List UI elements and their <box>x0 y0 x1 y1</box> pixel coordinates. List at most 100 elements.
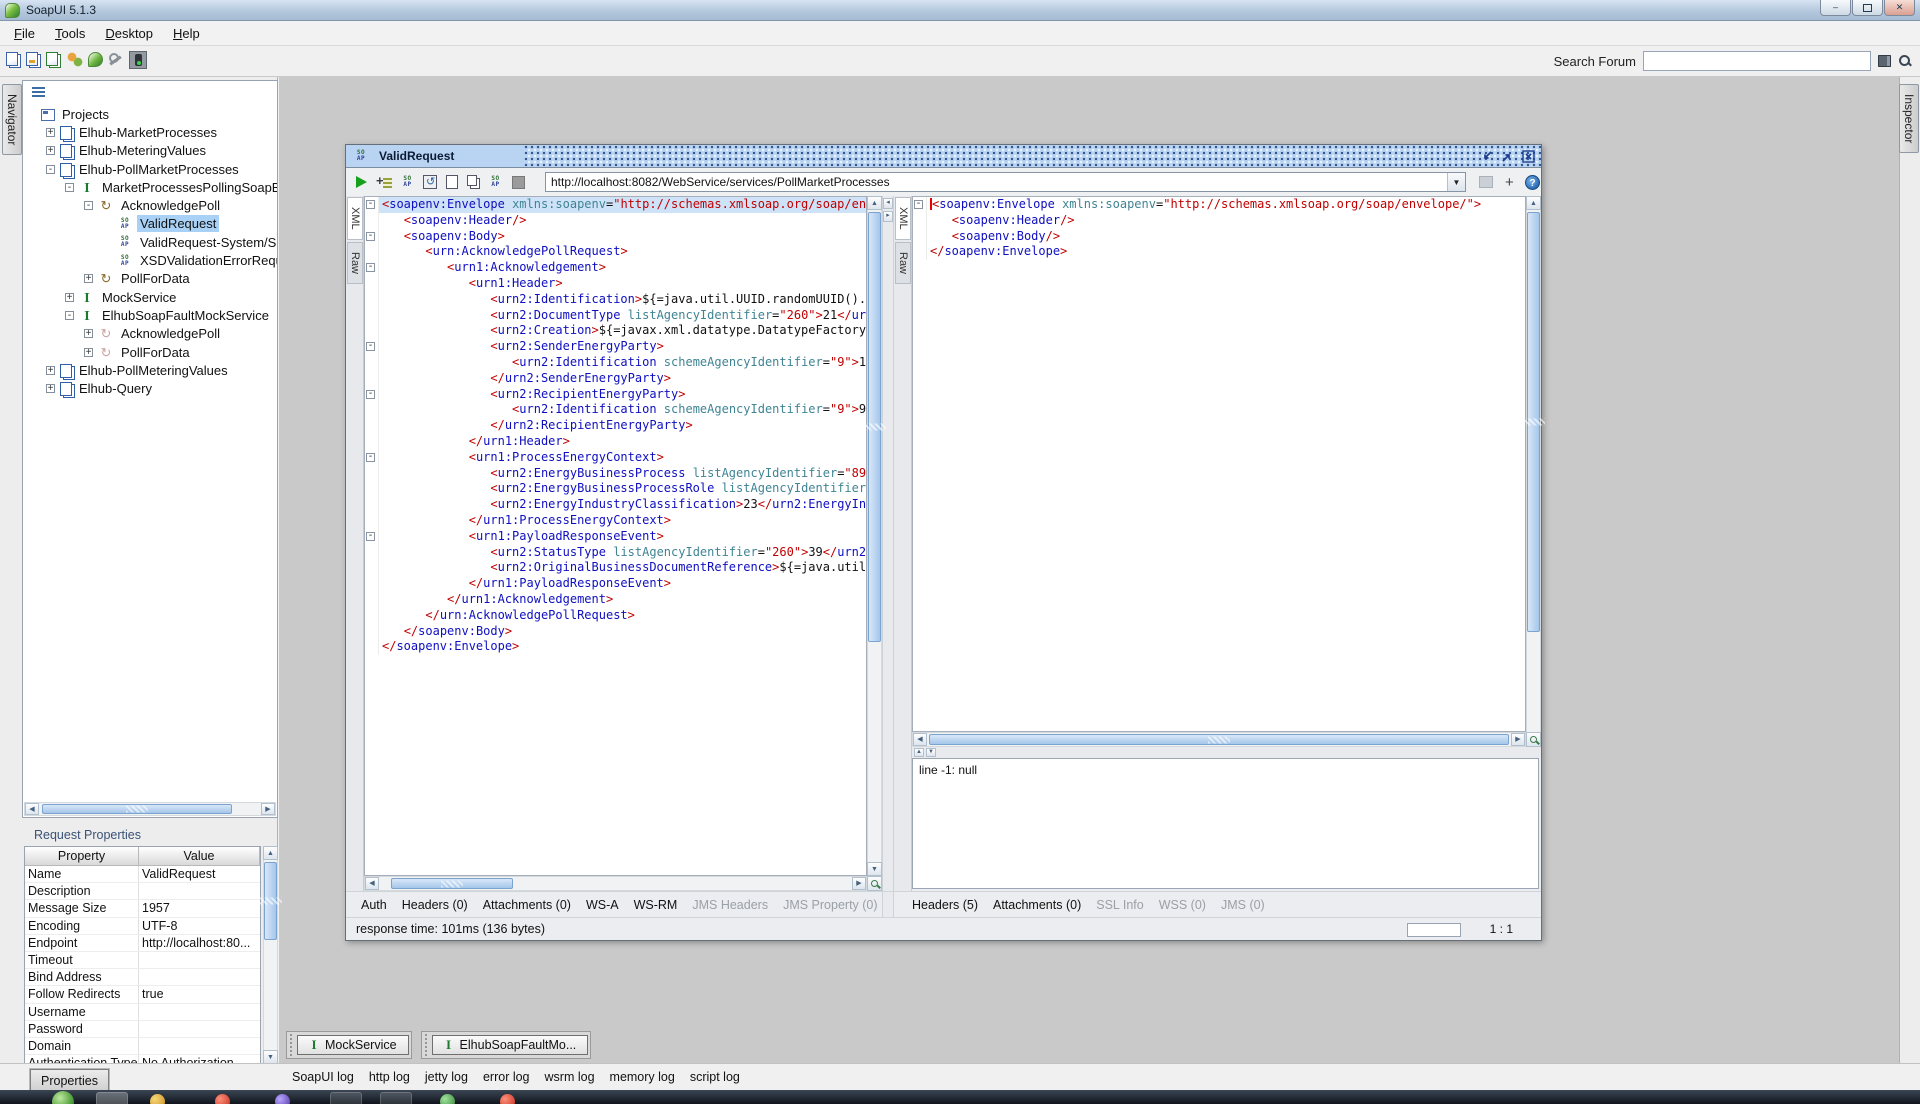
request-tab-attachments-0[interactable]: Attachments (0) <box>483 898 571 912</box>
tree-item-pollfordata[interactable]: +PollForData <box>23 270 277 288</box>
log-splitter[interactable]: ▲ ▼ <box>912 747 1541 758</box>
property-value[interactable]: http://localhost:80... <box>139 935 260 951</box>
property-row-bind-address[interactable]: Bind Address <box>25 969 260 986</box>
property-row-timeout[interactable]: Timeout <box>25 952 260 969</box>
fold-icon[interactable]: - <box>366 390 375 399</box>
request-tab-auth[interactable]: Auth <box>361 898 387 912</box>
scroll-right-icon[interactable]: ▶ <box>1511 733 1525 746</box>
tree-item-elhub-marketprocesses[interactable]: +Elhub-MarketProcesses <box>23 123 277 141</box>
vertical-scrollbar[interactable]: ▲ ▼ <box>263 846 278 1064</box>
property-value[interactable]: 1957 <box>139 900 260 916</box>
tree-item-acknowledgepoll[interactable]: -AcknowledgePoll <box>23 196 277 214</box>
tree-item-validrequest[interactable]: ValidRequest <box>23 215 277 233</box>
save-all-icon[interactable] <box>46 52 58 66</box>
menu-help[interactable]: Help <box>163 23 210 44</box>
scroll-right-icon[interactable]: ▶ <box>852 877 866 890</box>
forum-icon[interactable] <box>66 51 84 69</box>
tab-inspector[interactable]: Inspector <box>1899 84 1919 153</box>
log-tab-error-log[interactable]: error log <box>483 1070 530 1084</box>
collapse-left-icon[interactable]: ◂ <box>883 198 893 209</box>
vertical-scrollbar[interactable]: ▲ ▼ <box>1526 196 1541 747</box>
expand-icon[interactable]: + <box>84 274 93 283</box>
fold-icon[interactable]: - <box>366 342 375 351</box>
expand-up-icon[interactable]: ▲ <box>914 748 924 757</box>
soap-response-icon[interactable] <box>487 174 504 191</box>
property-row-endpoint[interactable]: Endpointhttp://localhost:80... <box>25 935 260 952</box>
close-button[interactable]: ✕ <box>1884 0 1915 16</box>
property-row-username[interactable]: Username <box>25 1004 260 1021</box>
tree-item-elhub-pollmarketprocesses[interactable]: -Elhub-PollMarketProcesses <box>23 160 277 178</box>
scrollbar-thumb[interactable] <box>42 804 232 814</box>
taskbar-icon[interactable] <box>500 1094 515 1104</box>
property-value[interactable]: UTF-8 <box>139 918 260 934</box>
expand-icon[interactable]: + <box>84 348 93 357</box>
taskbar-icon[interactable] <box>330 1092 362 1104</box>
fold-icon[interactable]: - <box>366 532 375 541</box>
search-corner-icon[interactable] <box>867 876 882 891</box>
expand-icon[interactable]: + <box>65 293 74 302</box>
response-xml-editor[interactable]: -<soapenv:Envelope xmlns:soapenv="http:/… <box>912 196 1526 732</box>
unmaximize-icon[interactable] <box>1478 149 1494 164</box>
add-endpoint-icon[interactable] <box>1501 174 1518 191</box>
tree-item-elhub-pollmeteringvalues[interactable]: +Elhub-PollMeteringValues <box>23 361 277 379</box>
scroll-down-icon[interactable]: ▼ <box>263 1050 278 1064</box>
response-view-tab-raw[interactable]: Raw <box>895 242 911 284</box>
property-value[interactable] <box>139 1038 260 1054</box>
property-row-password[interactable]: Password <box>25 1021 260 1038</box>
expand-icon[interactable]: + <box>46 146 55 155</box>
request-view-tab-raw[interactable]: Raw <box>347 242 363 284</box>
minimized-window-button-mockservice[interactable]: MockService <box>297 1035 409 1055</box>
response-view-tab-xml[interactable]: XML <box>895 197 911 240</box>
log-tab-script-log[interactable]: script log <box>690 1070 740 1084</box>
tree-item-mockservice[interactable]: +MockService <box>23 288 277 306</box>
property-row-follow-redirects[interactable]: Follow Redirectstrue <box>25 986 260 1003</box>
help-icon[interactable] <box>1525 175 1540 190</box>
properties-tab-button[interactable]: Properties <box>30 1069 109 1092</box>
soap-request-icon[interactable] <box>399 174 416 191</box>
tree-item-acknowledgepoll[interactable]: +AcknowledgePoll <box>23 325 277 343</box>
log-tab-jetty-log[interactable]: jetty log <box>425 1070 468 1084</box>
taskbar-icon[interactable] <box>96 1092 128 1104</box>
property-value[interactable] <box>139 1004 260 1020</box>
scrollbar-thumb[interactable] <box>264 862 277 940</box>
proxy-icon[interactable] <box>129 51 147 69</box>
search-corner-icon[interactable] <box>1526 732 1541 747</box>
scroll-left-icon[interactable]: ◀ <box>25 803 39 815</box>
maximize-window-icon[interactable] <box>1499 149 1515 164</box>
forum-book-icon[interactable] <box>1878 55 1891 67</box>
cancel-request-icon[interactable] <box>512 176 525 189</box>
pane-splitter[interactable]: ◂ ▸ <box>882 196 894 891</box>
menu-file[interactable]: File <box>4 23 45 44</box>
tree-item-projects[interactable]: Projects <box>23 105 277 123</box>
tree-options-icon[interactable] <box>32 87 45 97</box>
menu-tools[interactable]: Tools <box>45 23 95 44</box>
create-empty-icon[interactable] <box>446 175 458 189</box>
property-value[interactable] <box>139 1021 260 1037</box>
fold-icon[interactable]: - <box>366 453 375 462</box>
property-value[interactable] <box>139 969 260 985</box>
scrollbar-thumb[interactable] <box>868 212 881 642</box>
request-xml-editor[interactable]: -<soapenv:Envelope xmlns:soapenv="http:/… <box>364 196 867 876</box>
property-row-domain[interactable]: Domain <box>25 1038 260 1055</box>
scrollbar-thumb[interactable] <box>929 734 1509 745</box>
endpoint-combo[interactable]: http://localhost:8082/WebService/service… <box>545 172 1466 192</box>
request-tab-ws-a[interactable]: WS-A <box>586 898 619 912</box>
property-value[interactable]: true <box>139 986 260 1002</box>
taskbar-icon[interactable] <box>275 1094 290 1104</box>
request-tab-headers-0[interactable]: Headers (0) <box>402 898 468 912</box>
request-window-titlebar[interactable]: ValidRequest <box>346 145 1541 168</box>
property-value[interactable]: ValidRequest <box>139 866 260 882</box>
collapse-icon[interactable]: - <box>84 201 93 210</box>
search-forum-input[interactable] <box>1643 51 1871 71</box>
chevron-down-icon[interactable]: ▼ <box>1447 173 1465 191</box>
expand-icon[interactable]: + <box>46 366 55 375</box>
tree-item-validrequest-system-securi[interactable]: ValidRequest-System/Securi <box>23 233 277 251</box>
change-wsdl-icon[interactable] <box>1479 176 1493 188</box>
horizontal-scrollbar[interactable]: ◀ ▶ <box>912 732 1526 747</box>
preferences-icon[interactable] <box>107 51 125 69</box>
property-row-message-size[interactable]: Message Size1957 <box>25 900 260 917</box>
new-project-icon[interactable] <box>6 52 18 66</box>
add-to-testcase-icon[interactable] <box>376 174 393 191</box>
tree-item-elhub-query[interactable]: +Elhub-Query <box>23 379 277 397</box>
log-tab-soapui-log[interactable]: SoapUI log <box>292 1070 354 1084</box>
